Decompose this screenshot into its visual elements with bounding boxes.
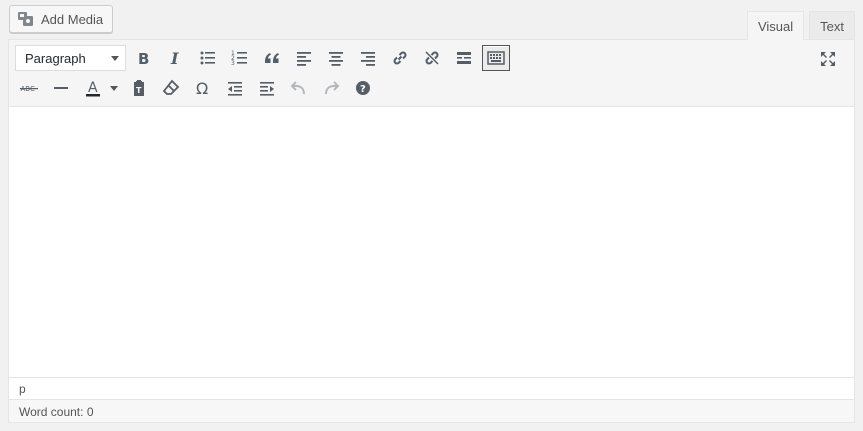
- strikethrough-button[interactable]: ABC: [15, 75, 43, 101]
- horizontal-line-icon: [54, 87, 68, 89]
- special-char-icon: Ω: [196, 79, 208, 98]
- unlink-icon: [425, 51, 439, 65]
- editor-tabs: Visual Text: [746, 11, 855, 40]
- format-select-value: Paragraph: [25, 50, 86, 66]
- text-color-icon: A: [86, 80, 100, 97]
- media-icon: [17, 10, 35, 28]
- align-right-icon: [361, 52, 375, 66]
- outdent-icon: [228, 82, 242, 96]
- chevron-down-icon: [111, 55, 119, 61]
- indent-icon: [260, 82, 274, 96]
- fullscreen-button[interactable]: [814, 46, 842, 72]
- link-button[interactable]: [386, 45, 414, 71]
- align-center-icon: [329, 52, 343, 66]
- svg-text:A: A: [88, 80, 98, 96]
- align-right-button[interactable]: [354, 45, 382, 71]
- fullscreen-icon: [821, 52, 835, 66]
- text-color-picker: A: [79, 75, 121, 101]
- help-icon: ?: [356, 81, 370, 95]
- bold-icon: B: [138, 50, 149, 68]
- clear-format-icon: [162, 79, 180, 95]
- italic-button[interactable]: I: [162, 45, 190, 71]
- italic-icon: I: [170, 49, 179, 68]
- align-left-button[interactable]: [290, 45, 318, 71]
- blockquote-button[interactable]: [258, 45, 286, 71]
- align-left-icon: [297, 52, 311, 66]
- element-path[interactable]: p: [9, 377, 854, 399]
- chevron-down-icon: [110, 85, 118, 91]
- strikethrough-icon: ABC: [20, 85, 38, 93]
- bullet-list-button[interactable]: [194, 45, 222, 71]
- toolbar-row-2: ABC A T Ω: [15, 75, 381, 101]
- read-more-icon: [457, 52, 471, 64]
- editor-content-area[interactable]: [9, 107, 854, 377]
- svg-text:B: B: [138, 50, 149, 68]
- svg-text:Ω: Ω: [196, 79, 208, 98]
- svg-text:3: 3: [231, 60, 235, 67]
- link-icon: [393, 51, 407, 65]
- read-more-button[interactable]: [450, 45, 478, 71]
- undo-icon: [290, 81, 305, 95]
- bold-button[interactable]: B: [130, 45, 158, 71]
- clear-format-button[interactable]: [157, 75, 185, 101]
- svg-text:T: T: [136, 86, 142, 95]
- undo-button[interactable]: [285, 75, 313, 101]
- editor-toolbar: Paragraph B I 123 A T Ω ?: [9, 40, 854, 107]
- align-center-button[interactable]: [322, 45, 350, 71]
- toolbar-toggle-button[interactable]: [482, 45, 510, 71]
- format-select[interactable]: Paragraph: [15, 45, 126, 71]
- paste-text-button[interactable]: T: [125, 75, 153, 101]
- svg-text:I: I: [170, 49, 179, 68]
- indent-button[interactable]: [253, 75, 281, 101]
- tab-visual[interactable]: Visual: [746, 11, 805, 40]
- text-color-button[interactable]: A: [79, 75, 107, 101]
- svg-text:?: ?: [360, 84, 366, 95]
- word-count-value: 0: [86, 405, 94, 419]
- special-char-button[interactable]: Ω: [189, 75, 217, 101]
- text-color-dropdown[interactable]: [107, 75, 121, 101]
- toolbar-row-1: Paragraph B I 123: [15, 45, 514, 71]
- outdent-button[interactable]: [221, 75, 249, 101]
- help-button[interactable]: ?: [349, 75, 377, 101]
- bullet-list-icon: [200, 51, 215, 65]
- add-media-label: Add Media: [41, 11, 104, 27]
- unlink-button[interactable]: [418, 45, 446, 71]
- redo-button[interactable]: [317, 75, 345, 101]
- blockquote-icon: [265, 53, 279, 63]
- numbered-list-icon: 123: [231, 50, 247, 67]
- toolbar-toggle-icon: [487, 51, 505, 65]
- editor-container: Paragraph B I 123 A T Ω ? p Word count: …: [8, 39, 855, 423]
- status-bar: Word count: 0: [9, 399, 854, 422]
- word-count-label: Word count:: [19, 405, 84, 419]
- numbered-list-button[interactable]: 123: [226, 45, 254, 71]
- add-media-button[interactable]: Add Media: [9, 5, 113, 33]
- horizontal-line-button[interactable]: [47, 75, 75, 101]
- redo-icon: [325, 81, 340, 95]
- tab-text[interactable]: Text: [809, 11, 855, 40]
- paste-text-icon: T: [134, 80, 144, 96]
- element-path-label: p: [19, 382, 26, 396]
